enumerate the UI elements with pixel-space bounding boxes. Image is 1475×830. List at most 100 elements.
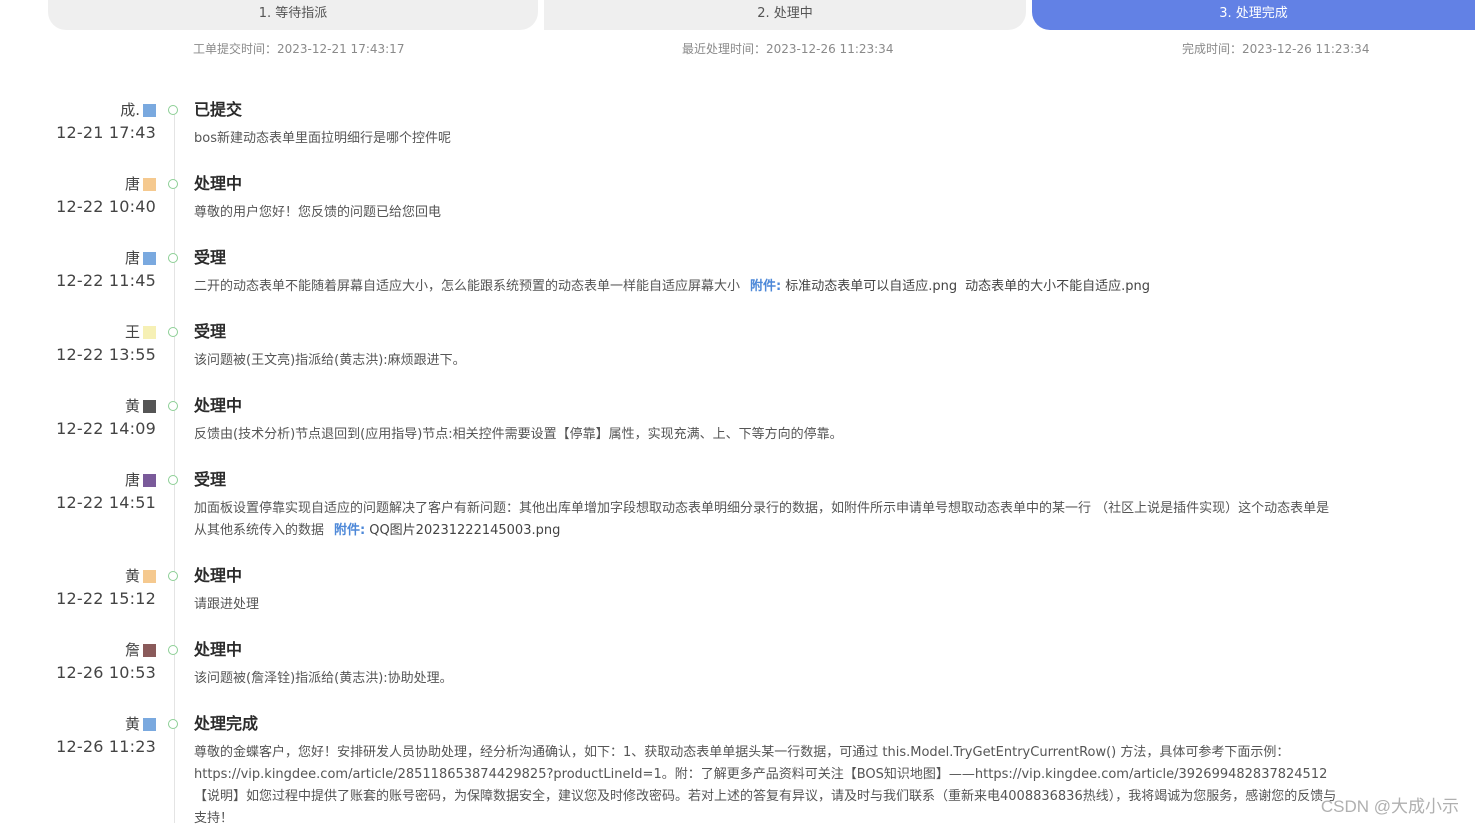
entry-content: 加面板设置停靠实现自适应的问题解决了客户有新问题：其他出库单增加字段想取动态表单… — [194, 498, 1339, 542]
entry-text: 反馈由(技术分析)节点退回到(应用指导)节点:相关控件需要设置【停靠】属性，实现… — [194, 427, 843, 442]
entry-status: 处理中 — [194, 640, 243, 659]
operator-avatar — [143, 326, 156, 339]
entry-status: 处理中 — [194, 174, 243, 193]
timeline-line — [174, 106, 175, 823]
step-label: 3. 处理完成 — [1219, 6, 1288, 21]
entry-text: 二开的动态表单不能随着屏幕自适应大小，怎么能跟系统预置的动态表单一样能自适应屏幕… — [194, 279, 741, 294]
recent-processed-time: 最近处理时间：2023-12-26 11:23:34 — [682, 42, 894, 56]
operator-avatar — [143, 718, 156, 731]
entry-meta: 成. 12-21 17:43 — [52, 100, 156, 142]
timeline-dot — [168, 327, 178, 337]
entry-status: 处理中 — [194, 396, 243, 415]
entry-meta: 黄 12-22 15:12 — [52, 566, 156, 608]
entry-text: 尊敬的金蝶客户，您好！安排研发人员协助处理，经分析沟通确认，如下：1、获取动态表… — [194, 745, 1337, 826]
entry-text: 请跟进处理 — [194, 597, 260, 612]
operator-avatar — [143, 252, 156, 265]
timeline-dot — [168, 475, 178, 485]
timeline-dot — [168, 105, 178, 115]
operator-name: 成. — [120, 101, 140, 119]
timeline-dot — [168, 253, 178, 263]
operator: 黄 — [52, 396, 156, 416]
operator-name: 唐 — [124, 471, 140, 489]
entry-text: 该问题被(詹泽铨)指派给(黄志洪):协助处理。 — [194, 671, 453, 686]
entry-content: 二开的动态表单不能随着屏幕自适应大小，怎么能跟系统预置的动态表单一样能自适应屏幕… — [194, 276, 1339, 298]
attachment-file-link[interactable]: QQ图片20231222145003.png — [369, 523, 560, 538]
operator-name: 黄 — [124, 567, 140, 585]
operator-avatar — [143, 104, 156, 117]
entry-time: 12-22 15:12 — [56, 589, 156, 608]
entry-time: 12-21 17:43 — [56, 123, 156, 142]
step-label: 1. 等待指派 — [258, 6, 328, 21]
entry-status: 已提交 — [194, 100, 243, 119]
timeline-dot — [168, 719, 178, 729]
entry-meta: 黄 12-22 14:09 — [52, 396, 156, 438]
operator-avatar — [143, 474, 156, 487]
entry-body: 处理中 请跟进处理 — [194, 566, 1339, 616]
operator: 黄 — [52, 566, 156, 586]
entry-status: 受理 — [194, 248, 227, 267]
entry-body: 受理 该问题被(王文亮)指派给(黄志洪):麻烦跟进下。 — [194, 322, 1339, 372]
entry-text: 尊敬的用户您好！您反馈的问题已给您回电 — [194, 205, 442, 220]
timeline-dot — [168, 401, 178, 411]
entry-content: 该问题被(詹泽铨)指派给(黄志洪):协助处理。 — [194, 668, 1339, 690]
entry-content: 反馈由(技术分析)节点退回到(应用指导)节点:相关控件需要设置【停靠】属性，实现… — [194, 424, 1339, 446]
attachment-label: 附件: — [750, 279, 782, 294]
entry-body: 处理中尊敬的用户您好！您反馈的问题已给您回电 — [194, 174, 1339, 224]
entry-content: bos新建动态表单里面拉明细行是哪个控件呢 — [194, 128, 1339, 150]
entry-body: 处理中该问题被(詹泽铨)指派给(黄志洪):协助处理。 — [194, 640, 1339, 690]
operator-name: 唐 — [124, 249, 140, 267]
entry-time: 12-26 11:23 — [56, 737, 156, 756]
operator: 王 — [52, 322, 156, 342]
operator-name: 黄 — [124, 397, 140, 415]
entry-body: 处理中反馈由(技术分析)节点退回到(应用指导)节点:相关控件需要设置【停靠】属性… — [194, 396, 1339, 446]
operator-avatar — [143, 570, 156, 583]
entry-meta: 王 12-22 13:55 — [52, 322, 156, 364]
operator-avatar — [143, 400, 156, 413]
attachment-file-link[interactable]: 标准动态表单可以自适应.png — [785, 279, 957, 294]
timeline-dot — [168, 179, 178, 189]
entry-body: 受理加面板设置停靠实现自适应的问题解决了客户有新问题：其他出库单增加字段想取动态… — [194, 470, 1339, 542]
operator-name: 黄 — [124, 715, 140, 733]
entry-meta: 詹 12-26 10:53 — [52, 640, 156, 682]
entry-status: 处理完成 — [194, 714, 259, 733]
step-processing: 2. 处理中 — [544, 0, 1026, 30]
attachment-file-link[interactable]: 动态表单的大小不能自适应.png — [965, 279, 1150, 294]
entry-body: 受理二开的动态表单不能随着屏幕自适应大小，怎么能跟系统预置的动态表单一样能自适应… — [194, 248, 1339, 298]
entry-text: 该问题被(王文亮)指派给(黄志洪):麻烦跟进下。 — [194, 353, 466, 368]
entry-body: 已提交 bos新建动态表单里面拉明细行是哪个控件呢 — [194, 100, 1339, 150]
entry-meta: 唐 12-22 10:40 — [52, 174, 156, 216]
entry-status: 受理 — [194, 470, 227, 489]
operator-avatar — [143, 178, 156, 191]
entry-time: 12-26 10:53 — [56, 663, 156, 682]
entry-time: 12-22 14:09 — [56, 419, 156, 438]
operator-name: 詹 — [124, 641, 140, 659]
operator-name: 唐 — [124, 175, 140, 193]
entry-time: 12-22 14:51 — [56, 493, 156, 512]
watermark: CSDN @大成小示 — [1320, 797, 1459, 816]
entry-status: 处理中 — [194, 566, 243, 585]
operator: 唐 — [52, 248, 156, 268]
operator: 黄 — [52, 714, 156, 734]
entry-time: 12-22 13:55 — [56, 345, 156, 364]
step-waiting-assignment: 1. 等待指派 — [48, 0, 538, 30]
entry-meta: 唐 12-22 14:51 — [52, 470, 156, 512]
operator: 唐 — [52, 174, 156, 194]
entry-time: 12-22 10:40 — [56, 197, 156, 216]
operator-name: 王 — [124, 323, 140, 341]
step-completed: 3. 处理完成 — [1032, 0, 1475, 30]
submitted-time: 工单提交时间：2023-12-21 17:43:17 — [193, 42, 405, 56]
entry-body: 处理完成尊敬的金蝶客户，您好！安排研发人员协助处理，经分析沟通确认，如下：1、获… — [194, 714, 1339, 830]
step-label: 2. 处理中 — [757, 6, 813, 21]
operator: 詹 — [52, 640, 156, 660]
entry-content: 尊敬的金蝶客户，您好！安排研发人员协助处理，经分析沟通确认，如下：1、获取动态表… — [194, 742, 1339, 830]
entry-content: 尊敬的用户您好！您反馈的问题已给您回电 — [194, 202, 1339, 224]
attachment-label: 附件: — [334, 523, 366, 538]
operator-avatar — [143, 644, 156, 657]
operator: 唐 — [52, 470, 156, 490]
entry-meta: 黄 12-26 11:23 — [52, 714, 156, 756]
completed-time: 完成时间：2023-12-26 11:23:34 — [1182, 42, 1370, 56]
entry-time: 12-22 11:45 — [56, 271, 156, 290]
entry-text: bos新建动态表单里面拉明细行是哪个控件呢 — [194, 131, 451, 146]
timeline-dot — [168, 571, 178, 581]
progress-steps: 1. 等待指派 2. 处理中 3. 处理完成 — [48, 0, 1475, 30]
